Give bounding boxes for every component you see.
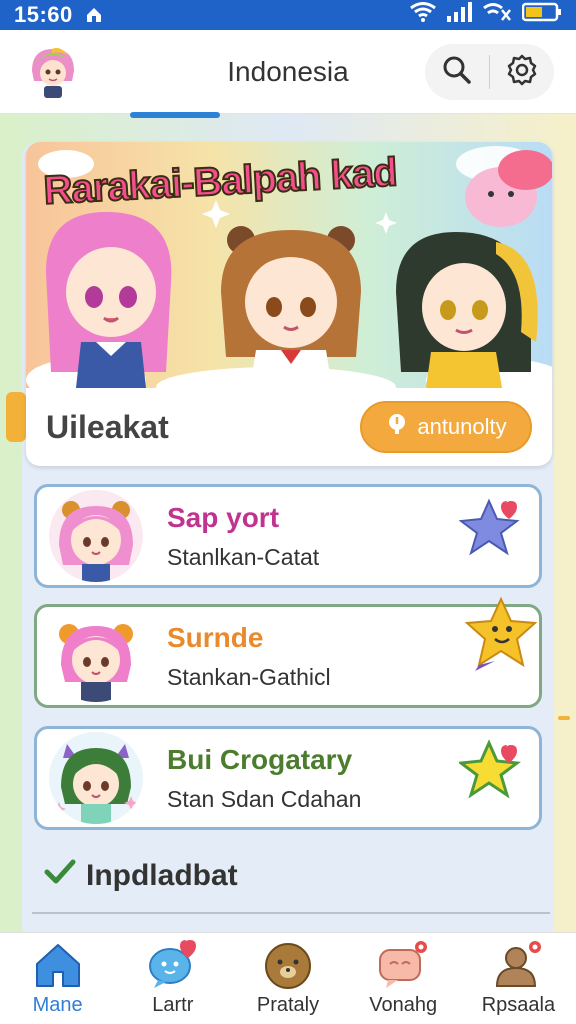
nav-label: Prataly [256,994,320,1016]
checkmark-icon [44,858,76,894]
wifi-icon [410,2,436,28]
action-separator [489,54,490,89]
list-item-name: Sap yort [167,501,280,533]
list-item[interactable]: Bui Crogatary Stan Sdan Cdahan [34,726,542,830]
lightbulb-icon [385,412,409,442]
nav-item-account[interactable]: Rpsaala [461,933,576,1024]
character-thumbnail [49,610,143,702]
character-thumbnail [49,490,143,582]
nav-item-chat[interactable]: Lartr [115,933,230,1024]
nav-item-home[interactable]: Mane [0,933,115,1024]
settings-button[interactable] [496,46,548,98]
home-icon [33,940,83,990]
signal-icon [446,2,472,28]
list-item-subtitle: Stan Sdan Cdahan [167,785,362,812]
list-item[interactable]: Sap yort Stanlkan-Catat [34,484,542,588]
chat-bubble-heart-icon [148,940,198,990]
nav-label: Lartr [152,994,194,1016]
featured-banner-card[interactable]: Rarakai-Balpah kad Uileakat antunolty [26,142,552,466]
section-heading: Inpdladbat [44,854,238,898]
network-icon [482,2,512,28]
list-item[interactable]: Surnde Stankan-Gathicl [34,596,542,708]
home-indicator-icon [85,6,103,24]
person-icon [493,940,543,990]
app-bar: Indonesia [0,30,576,114]
nav-item-messages[interactable]: Vonahg [346,933,461,1024]
list-item-subtitle: Stanlkan-Catat [167,543,320,570]
message-bubble-icon [378,940,428,990]
search-button[interactable] [431,46,483,98]
star-face-icon [464,595,538,675]
nav-label: Mane [32,994,83,1016]
section-heading-label: Inpdladbat [86,859,238,892]
status-bar: 15:60 [0,0,576,30]
banner-action-label: antunolty [417,414,507,439]
side-drawer-handle[interactable] [6,392,26,442]
scroll-indicator [558,716,570,720]
status-time: 15:60 [14,2,73,27]
nav-label: Rpsaala [481,994,556,1016]
banner-heading: Uileakat [46,408,169,445]
star-heart-icon [457,737,525,803]
star-heart-icon [458,495,525,561]
bear-face-icon [263,940,313,990]
battery-icon [521,2,562,28]
avatar[interactable] [22,41,84,103]
search-icon [442,55,472,89]
nav-label: Vonahg [369,994,438,1016]
banner-action-button[interactable]: antunolty [360,401,532,453]
list-item-name: Surnde [167,621,264,653]
action-group [425,43,554,100]
list-item-subtitle: Stankan-Gathicl [167,663,331,690]
bottom-nav: Mane Lartr Prataly Vonahg Rpsaala [0,932,576,1024]
list-item-name: Bui Crogatary [167,743,353,775]
section-divider [32,912,550,914]
nav-item-profile[interactable]: Prataly [230,933,345,1024]
character-thumbnail [49,732,143,824]
gear-icon [505,53,539,91]
banner-footer: Uileakat antunolty [26,388,552,466]
tab-indicator [130,112,220,118]
